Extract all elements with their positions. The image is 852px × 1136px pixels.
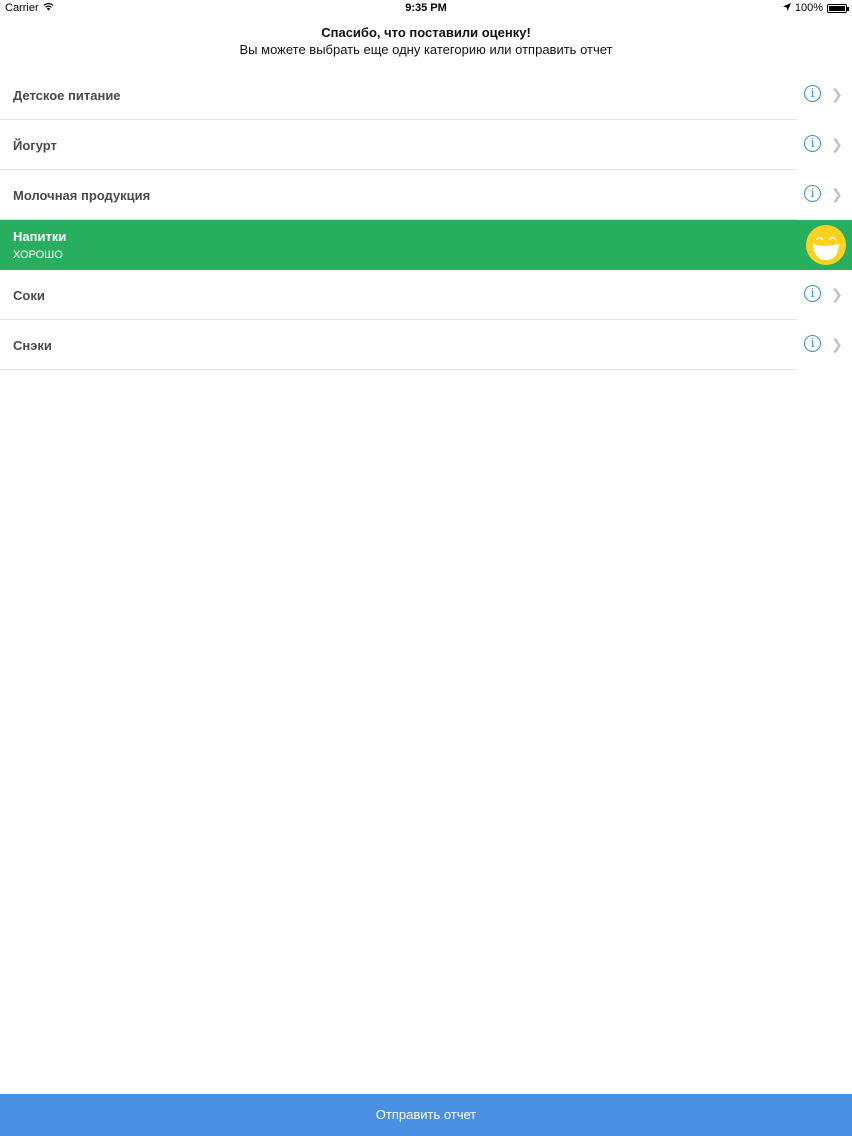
rating-label: ХОРОШО <box>13 249 63 261</box>
category-row-juices[interactable]: Соки i ❯ <box>0 270 843 320</box>
status-bar: Carrier 9:35 PM 100% <box>0 0 852 18</box>
screen: Carrier 9:35 PM 100% Спасибо, что постав… <box>0 0 852 1136</box>
chevron-right-icon: ❯ <box>831 186 843 202</box>
info-icon[interactable]: i <box>804 335 821 352</box>
info-icon[interactable]: i <box>804 135 821 152</box>
info-icon[interactable]: i <box>804 285 821 302</box>
category-label: Молочная продукция <box>13 188 151 203</box>
category-row-drinks-selected[interactable]: Напитки ХОРОШО <box>0 220 852 270</box>
category-label: Соки <box>13 288 45 303</box>
category-label: Йогурт <box>13 138 57 153</box>
category-row-dairy[interactable]: Молочная продукция i ❯ <box>0 170 843 220</box>
status-time: 9:35 PM <box>405 2 447 14</box>
category-label: Снэки <box>13 338 52 353</box>
category-label: Детское питание <box>13 88 121 103</box>
battery-icon <box>827 3 849 13</box>
page-subtitle: Вы можете выбрать еще одну категорию или… <box>239 42 613 57</box>
chevron-right-icon: ❯ <box>831 86 843 102</box>
submit-report-button[interactable]: Отправить отчет <box>0 1094 852 1136</box>
page-title: Спасибо, что поставили оценку! <box>321 25 531 40</box>
battery-percent: 100% <box>794 2 823 14</box>
category-label: Напитки <box>13 229 67 244</box>
header: Спасибо, что поставили оценку! Вы можете… <box>0 24 852 58</box>
category-row-yogurt[interactable]: Йогурт i ❯ <box>0 120 843 170</box>
info-icon[interactable]: i <box>804 85 821 102</box>
category-row-baby-food[interactable]: Детское питание i ❯ <box>0 70 843 120</box>
chevron-right-icon: ❯ <box>831 286 843 302</box>
category-list: Детское питание i ❯ Йогурт i ❯ Молочная … <box>0 70 852 370</box>
happy-smiley-icon[interactable] <box>805 224 847 266</box>
info-icon[interactable]: i <box>804 185 821 202</box>
chevron-right-icon: ❯ <box>831 136 843 152</box>
chevron-right-icon: ❯ <box>831 336 843 352</box>
location-arrow-icon <box>782 2 791 14</box>
category-row-snacks[interactable]: Снэки i ❯ <box>0 320 843 370</box>
